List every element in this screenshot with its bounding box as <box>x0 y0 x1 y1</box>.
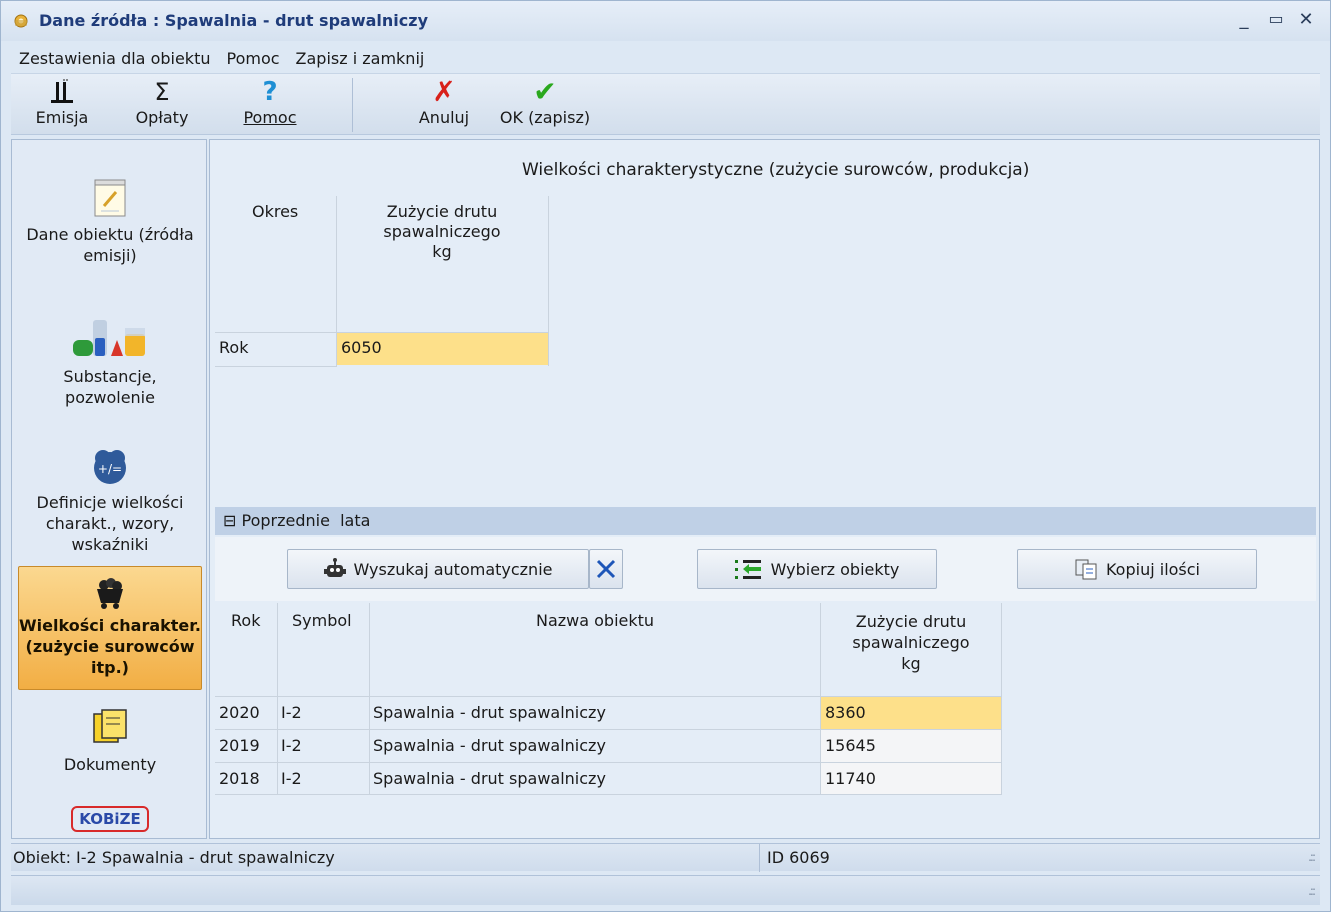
status-bar: Obiekt: I-2 Spawalnia - drut spawalniczy… <box>11 843 1320 872</box>
status-divider <box>759 844 760 872</box>
row-value-cell[interactable]: 8360 <box>821 697 1001 729</box>
resize-grip-icon[interactable]: .:: <box>1308 884 1316 898</box>
formula-cloud-icon: +/= <box>94 450 126 484</box>
menu-zestawienia[interactable]: Zestawienia dla obiektu <box>19 49 210 68</box>
row-nazwa: Spawalnia - drut spawalniczy <box>373 703 606 722</box>
list-select-icon <box>734 560 761 579</box>
previous-years-actions: Wyszukaj automatycznie Wybierz obiekty K… <box>215 537 1316 601</box>
status-id: ID 6069 <box>767 848 830 867</box>
tools-icon <box>596 559 616 579</box>
anuluj-label: Anuluj <box>418 108 470 127</box>
collapse-icon[interactable]: ⊟ <box>223 511 236 530</box>
pomoc-button[interactable]: ? Pomoc <box>237 76 303 134</box>
status-object: Obiekt: I-2 Spawalnia - drut spawalniczy <box>13 848 335 867</box>
help-question-icon: ? <box>262 77 278 107</box>
notepad-icon <box>94 179 126 217</box>
window-title: Dane źródła : Spawalnia - drut spawalnic… <box>39 11 428 30</box>
left-navigation: Dane obiektu (źródła emisji) Substancje,… <box>11 139 207 839</box>
copy-icon <box>1075 559 1097 580</box>
row-rok: 2020 <box>219 703 260 722</box>
emisja-button[interactable]: Emisja <box>29 76 95 134</box>
kobize-logo: KOBiZE <box>18 806 202 836</box>
row-symbol: I-2 <box>281 736 302 755</box>
section-title: Wielkości charakterystyczne (zużycie sur… <box>522 160 1030 180</box>
menu-pomoc[interactable]: Pomoc <box>226 49 279 68</box>
oplaty-label: Opłaty <box>135 108 189 127</box>
nav-dokumenty[interactable]: Dokumenty <box>18 708 202 775</box>
col-symbol-header[interactable]: Symbol <box>292 611 352 630</box>
col-value-header[interactable]: Zużycie drutu spawalniczego kg <box>821 611 1001 674</box>
row-rok: 2018 <box>219 769 260 788</box>
minimize-button[interactable]: _ <box>1233 9 1255 30</box>
resize-grip-icon[interactable]: .:: <box>1308 850 1316 864</box>
oplaty-button[interactable]: Σ Opłaty <box>129 76 195 134</box>
grid-divider <box>548 196 549 366</box>
app-gear-icon <box>14 14 28 28</box>
search-automatically-label: Wyszukaj automatycznie <box>353 559 553 579</box>
col-okres-header: Okres <box>252 202 299 221</box>
application-window: Dane źródła : Spawalnia - drut spawalnic… <box>0 0 1331 912</box>
row-symbol: I-2 <box>281 769 302 788</box>
documents-icon <box>93 709 127 743</box>
nav-definicje[interactable]: +/= Definicje wielkości charakt., wzory,… <box>18 446 202 555</box>
nav-dokumenty-label: Dokumenty <box>63 755 157 774</box>
row-rok-label: Rok <box>219 338 249 357</box>
row-nazwa: Spawalnia - drut spawalniczy <box>373 736 606 755</box>
menu-zapisz-i-zamknij[interactable]: Zapisz i zamknij <box>296 49 425 68</box>
row-rok: 2019 <box>219 736 260 755</box>
chimney-icon <box>51 79 73 103</box>
copy-quantities-button[interactable]: Kopiuj ilości <box>1017 549 1257 589</box>
svg-text:+/=: +/= <box>98 462 122 476</box>
grid-divider <box>215 366 337 367</box>
previous-years-header[interactable]: ⊟ Poprzednie lata <box>215 507 1316 535</box>
select-objects-button[interactable]: Wybierz obiekty <box>697 549 937 589</box>
col-nazwa-header[interactable]: Nazwa obiektu <box>370 611 820 630</box>
secondary-status-bar: .:: <box>11 875 1320 905</box>
pomoc-label: Pomoc <box>243 108 297 127</box>
toolbar: Emisja Σ Opłaty ? Pomoc ✗ Anuluj ✔ OK (z… <box>11 73 1320 135</box>
nav-wielkosci-charakter[interactable]: Wielkości charakter. (zużycie surowców i… <box>18 566 202 690</box>
flasks-icon <box>73 320 145 356</box>
close-button[interactable]: ✕ <box>1295 9 1317 30</box>
nav-substancje-label: Substancje, pozwolenie <box>63 367 157 407</box>
rok-value-cell[interactable]: 6050 <box>337 333 548 365</box>
copy-quantities-label: Kopiuj ilości <box>1105 559 1200 579</box>
checkmark-icon: ✔ <box>533 75 557 108</box>
anuluj-button[interactable]: ✗ Anuluj <box>411 76 477 134</box>
select-objects-label: Wybierz obiekty <box>770 559 900 579</box>
previous-years-label: Poprzednie lata <box>241 511 371 530</box>
nav-substancje[interactable]: Substancje, pozwolenie <box>18 316 202 408</box>
emisja-label: Emisja <box>35 108 89 127</box>
nav-dane-obiektu-label: Dane obiektu (źródła emisji) <box>26 225 194 265</box>
row-value-cell[interactable]: 11740 <box>821 763 1001 794</box>
menu-bar: Zestawienia dla obiektu Pomoc Zapisz i z… <box>1 45 1330 71</box>
main-panel: Wielkości charakterystyczne (zużycie sur… <box>209 139 1320 839</box>
search-settings-button[interactable] <box>589 549 623 589</box>
row-symbol: I-2 <box>281 703 302 722</box>
search-automatically-button[interactable]: Wyszukaj automatycznie <box>287 549 589 589</box>
nav-dane-obiektu[interactable]: Dane obiektu (źródła emisji) <box>18 178 202 266</box>
col-value-header: Zużycie drutu spawalniczego kg <box>383 202 501 261</box>
row-nazwa: Spawalnia - drut spawalniczy <box>373 769 606 788</box>
row-value-cell[interactable]: 15645 <box>821 730 1001 762</box>
mine-cart-icon <box>97 578 123 609</box>
col-rok-header[interactable]: Rok <box>231 611 260 630</box>
maximize-button[interactable]: ▭ <box>1265 9 1287 28</box>
nav-wielkosci-label: Wielkości charakter. (zużycie surowców i… <box>19 616 201 677</box>
title-bar: Dane źródła : Spawalnia - drut spawalnic… <box>1 1 1330 41</box>
ok-save-button[interactable]: ✔ OK (zapisz) <box>495 76 595 134</box>
nav-definicje-label: Definicje wielkości charakt., wzory, wsk… <box>36 493 184 554</box>
toolbar-separator <box>352 78 353 132</box>
kobize-logo-text: KOBiZE <box>71 806 149 832</box>
sigma-icon: Σ <box>154 78 170 106</box>
ok-label: OK (zapisz) <box>499 108 591 127</box>
cancel-x-icon: ✗ <box>432 75 456 108</box>
robot-icon <box>323 558 346 577</box>
